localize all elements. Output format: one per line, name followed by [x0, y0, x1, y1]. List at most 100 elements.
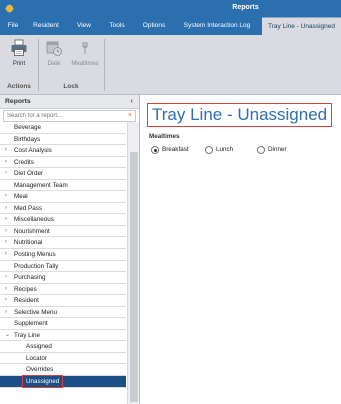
- tab-resident[interactable]: Resident: [28, 17, 64, 35]
- tree-item[interactable]: › Cost Analysis: [0, 145, 126, 157]
- radio-button[interactable]: [257, 146, 265, 154]
- chevron-right-icon[interactable]: ›: [5, 157, 7, 168]
- chevron-right-icon[interactable]: ›: [5, 284, 7, 295]
- mealtimes-group-label: Mealtimes: [149, 133, 180, 140]
- tree-item-label: Miscellaneous: [14, 216, 54, 224]
- tree-item-label: Posting Menus: [14, 251, 56, 259]
- tree-item-label: Cost Analysis: [14, 147, 52, 155]
- tree-item[interactable]: Birthdays: [0, 134, 126, 146]
- chevron-right-icon[interactable]: ›: [5, 203, 7, 214]
- tab-system-interaction-log[interactable]: System Interaction Log: [178, 17, 256, 35]
- date-label: Date: [47, 61, 61, 67]
- print-label: Print: [12, 61, 26, 67]
- tree-item[interactable]: ⌄ Tray Line: [0, 330, 126, 342]
- tree-item[interactable]: Beverage: [0, 122, 126, 134]
- chevron-right-icon[interactable]: ›: [5, 249, 7, 260]
- report-search-input[interactable]: [4, 111, 135, 121]
- tree-item-label: Birthdays: [14, 135, 41, 143]
- lunch-label: Lunch: [216, 146, 234, 153]
- tree-item[interactable]: › Posting Menus: [0, 249, 126, 261]
- tree-item[interactable]: Production Tally: [0, 261, 126, 273]
- tree-item[interactable]: Management Team: [0, 180, 126, 192]
- tab-tray-line-unassigned[interactable]: Tray Line - Unassigned: [262, 17, 341, 35]
- radio-button[interactable]: [151, 146, 159, 154]
- tree-item[interactable]: › Diet Order: [0, 168, 126, 180]
- ribbon-separator: [104, 39, 105, 91]
- tree-child-item[interactable]: Locator: [0, 353, 126, 365]
- tree-item-label: Selective Menu: [14, 308, 58, 316]
- tree-item[interactable]: › Resident: [0, 295, 126, 307]
- mealtimes-radio-group: Breakfast Lunch Dinner: [149, 144, 339, 156]
- chevron-right-icon[interactable]: ›: [5, 191, 7, 202]
- print-button[interactable]: Print: [4, 37, 34, 77]
- tab-file[interactable]: File: [3, 17, 23, 35]
- report-content: Tray Line - Unassigned Mealtimes Breakfa…: [141, 95, 341, 404]
- tree-item-label: Production Tally: [14, 262, 59, 270]
- tree-item-label: Resident: [14, 297, 39, 305]
- tree-item-label: Recipes: [14, 285, 37, 293]
- chevron-right-icon[interactable]: ›: [5, 214, 7, 225]
- ribbon: Print Actions Date Mealtimes Lock: [0, 35, 341, 95]
- tree-item-label: Locator: [26, 354, 48, 362]
- date-button[interactable]: Date: [42, 37, 66, 77]
- collapse-panel-icon[interactable]: ‹: [131, 95, 133, 109]
- tree-item-label: Assigned: [26, 343, 52, 351]
- window-title: Reports: [232, 4, 259, 11]
- tree-item-label: Meal: [14, 193, 28, 201]
- tree-item-label: Diet Order: [14, 170, 44, 178]
- tab-view[interactable]: View: [72, 17, 96, 35]
- tab-options[interactable]: Options: [138, 17, 170, 35]
- chevron-right-icon[interactable]: ›: [5, 226, 7, 237]
- report-search: ×: [3, 110, 136, 122]
- chevron-right-icon[interactable]: ›: [5, 168, 7, 179]
- tree-item-label: Nourishment: [14, 227, 50, 235]
- tree-item-label: Tray Line: [14, 331, 41, 339]
- tree-item[interactable]: › Credits: [0, 157, 126, 169]
- tree-item[interactable]: › Selective Menu: [0, 307, 126, 319]
- lock-group-label: Lock: [63, 83, 79, 90]
- chevron-down-icon[interactable]: ⌄: [5, 330, 10, 341]
- tree-item-label: Unassigned: [21, 375, 64, 389]
- chevron-right-icon[interactable]: ›: [5, 272, 7, 283]
- tab-tools[interactable]: Tools: [104, 17, 130, 35]
- tree-child-item[interactable]: Overrides: [0, 364, 126, 377]
- tree-item[interactable]: › Med Pass: [0, 203, 126, 215]
- ribbon-separator: [38, 39, 39, 91]
- tree-item-label: Nutritional: [14, 239, 43, 247]
- title-bar: Reports: [0, 0, 341, 17]
- chevron-right-icon[interactable]: ›: [5, 237, 7, 248]
- tree-item[interactable]: › Miscellaneous: [0, 214, 126, 226]
- actions-group-label: Actions: [7, 83, 31, 90]
- menu-bar: File Resident View Tools Options System …: [0, 17, 341, 35]
- chevron-right-icon[interactable]: ›: [5, 145, 7, 156]
- mealtimes-button[interactable]: Mealtimes: [68, 37, 102, 77]
- reports-panel-title: Reports: [5, 98, 31, 105]
- tree-item-label: Credits: [14, 158, 34, 166]
- breakfast-label: Breakfast: [162, 146, 189, 153]
- tree-item-label: Overrides: [26, 366, 54, 374]
- chevron-right-icon[interactable]: ›: [5, 307, 7, 318]
- tree-item[interactable]: › Purchasing: [0, 272, 126, 284]
- tree-scrollbar[interactable]: [127, 122, 139, 404]
- clear-search-icon[interactable]: ×: [128, 111, 132, 121]
- page-title: Tray Line - Unassigned: [147, 103, 333, 127]
- tree-item[interactable]: › Meal: [0, 191, 126, 203]
- tree-item[interactable]: Supplement: [0, 318, 126, 330]
- dinner-label: Dinner: [268, 146, 287, 153]
- tree-item[interactable]: › Nutritional: [0, 237, 126, 250]
- tree-scrollbar-thumb[interactable]: [130, 152, 138, 402]
- tree-item[interactable]: › Recipes: [0, 284, 126, 296]
- chevron-right-icon[interactable]: ›: [5, 295, 7, 306]
- tree-item-label: Purchasing: [14, 274, 46, 282]
- tree-item[interactable]: › Nourishment: [0, 226, 126, 238]
- tree-item-label: Supplement: [14, 320, 48, 328]
- tree-child-item[interactable]: Unassigned: [0, 375, 126, 389]
- radio-button[interactable]: [205, 146, 213, 154]
- mealtimes-label: Mealtimes: [71, 61, 99, 67]
- reports-panel-header: Reports ‹: [0, 95, 139, 109]
- calendar-clock-icon: [46, 41, 62, 56]
- reports-panel: Reports ‹ × Beverage Birthdays › Cost Analy…: [0, 95, 140, 404]
- printer-icon: [11, 39, 27, 56]
- tree-item-label: Med Pass: [14, 204, 42, 212]
- tree-child-item[interactable]: Assigned: [0, 341, 126, 353]
